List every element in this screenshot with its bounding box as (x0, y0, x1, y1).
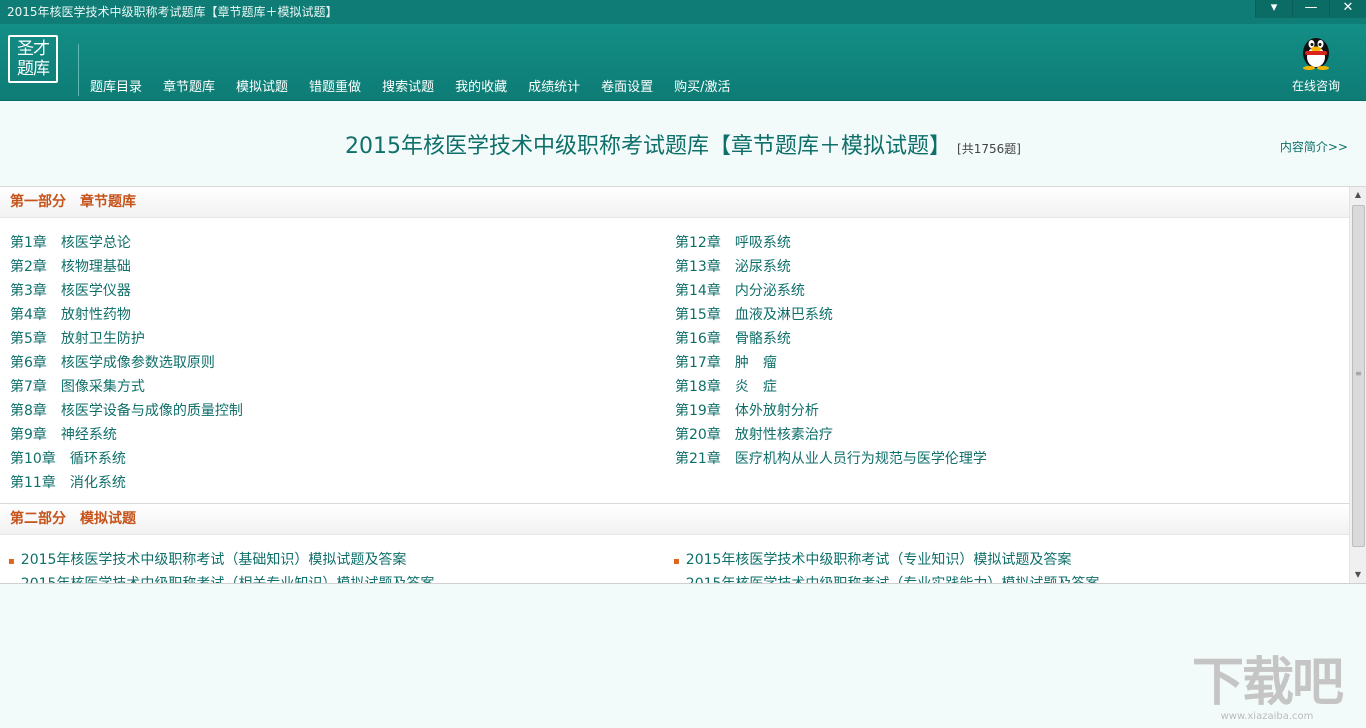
nav-stats[interactable]: 成绩统计 (528, 76, 580, 95)
chapter-link[interactable]: 第21章 医疗机构从业人员行为规范与医学伦理学 (675, 448, 987, 468)
chapter-link[interactable]: 第6章 核医学成像参数选取原则 (10, 352, 215, 372)
app-logo: 圣才 题库 (8, 35, 58, 83)
mock-test-link[interactable]: ▪2015年核医学技术中级职称考试（专业实践能力）模拟试题及答案 (673, 573, 1099, 583)
bullet-icon: ▪ (673, 556, 680, 567)
chapter-link[interactable]: 第14章 内分泌系统 (675, 280, 805, 300)
chapter-link[interactable]: 第10章 循环系统 (10, 448, 126, 468)
chapter-link[interactable]: 第12章 呼吸系统 (675, 232, 791, 252)
header-divider (78, 44, 79, 96)
question-count: [共1756题] (957, 142, 1021, 156)
page-title: 2015年核医学技术中级职称考试题库【章节题库＋模拟试题】 [共1756题] (0, 128, 1366, 160)
scrollbar-grip-icon: ≡ (1355, 369, 1362, 378)
nav-chapter-bank[interactable]: 章节题库 (163, 76, 215, 95)
chapter-link[interactable]: 第13章 泌尿系统 (675, 256, 791, 276)
content-panel: 第一部分 章节题库 第1章 核医学总论 第2章 核物理基础 第3章 核医学仪器 第4章放… (0, 186, 1366, 584)
scrollbar-thumb[interactable]: ≡ (1352, 205, 1365, 547)
close-button[interactable]: ✕ (1329, 0, 1366, 17)
main-nav: 题库目录 章节题库 模拟试题 错题重做 搜索试题 我的收藏 成绩统计 卷面设置 … (90, 76, 752, 95)
window-controls: ▾ — ✕ (1255, 0, 1366, 18)
scroll-down-arrow-icon[interactable]: ▼ (1350, 567, 1366, 583)
nav-catalog[interactable]: 题库目录 (90, 76, 142, 95)
nav-buy-activate[interactable]: 购买/激活 (674, 76, 730, 95)
chapter-link[interactable]: 第8章 核医学设备与成像的质量控制 (10, 400, 243, 420)
scroll-up-arrow-icon[interactable]: ▲ (1350, 187, 1366, 203)
chapter-link[interactable]: 第4章 放射性药物 (10, 304, 131, 324)
mock-test-link[interactable]: ▪2015年核医学技术中级职称考试（相关专业知识）模拟试题及答案 (8, 573, 434, 583)
window-titlebar: 2015年核医学技术中级职称考试题库【章节题库＋模拟试题】 ▾ — ✕ (0, 0, 1366, 24)
chapter-link[interactable]: 第11章 消化系统 (10, 472, 126, 492)
chapter-link[interactable]: 第19章 体外放射分析 (675, 400, 819, 420)
chapter-link[interactable]: 第20章 放射性核素治疗 (675, 424, 833, 444)
part1-label: 第一部分 (10, 194, 66, 210)
chapter-link[interactable]: 第7章 图像采集方式 (10, 376, 145, 396)
nav-favorites[interactable]: 我的收藏 (455, 76, 507, 95)
window-title: 2015年核医学技术中级职称考试题库【章节题库＋模拟试题】 (7, 5, 338, 19)
online-consult-button[interactable]: 在线咨询 (1288, 32, 1344, 94)
bullet-icon: ▪ (8, 580, 15, 583)
section-header-part1: 第一部分 章节题库 (0, 187, 1349, 218)
bullet-icon: ▪ (673, 580, 680, 583)
chapter-link[interactable]: 第5章 放射卫生防护 (10, 328, 145, 348)
part1-name: 章节题库 (80, 194, 136, 210)
mock-test-link[interactable]: ▪ 2015年核医学技术中级职称考试（基础知识）模拟试题及答案 (8, 549, 406, 569)
qq-penguin-icon (1303, 38, 1329, 70)
minimize-button[interactable]: — (1292, 0, 1329, 17)
nav-search[interactable]: 搜索试题 (382, 76, 434, 95)
section-header-part2: 第二部分 模拟试题 (0, 504, 1349, 535)
part2-label: 第二部分 (10, 511, 66, 527)
chapter-link[interactable]: 第16章 骨骼系统 (675, 328, 791, 348)
chapter-link[interactable]: 第2章 核物理基础 (10, 256, 131, 276)
bullet-icon: ▪ (8, 556, 15, 567)
online-consult-label: 在线咨询 (1291, 79, 1340, 93)
watermark-text: 下载吧 (1191, 653, 1344, 713)
logo-line-1: 圣才 (17, 39, 50, 59)
chapter-link[interactable]: 第3章 核医学仪器 (10, 280, 131, 300)
part2-name: 模拟试题 (80, 511, 136, 527)
chapter-link[interactable]: 第1章 核医学总论 (10, 232, 131, 252)
chapter-link[interactable]: 第17章肿 瘤 (675, 352, 777, 372)
nav-redo-wrong[interactable]: 错题重做 (309, 76, 361, 95)
chapter-link[interactable]: 第15章 血液及淋巴系统 (675, 304, 833, 324)
app-header: 圣才 题库 题库目录 章节题库 模拟试题 错题重做 搜索试题 我的收藏 成绩统计… (0, 24, 1366, 101)
page-title-text: 2015年核医学技术中级职称考试题库【章节题库＋模拟试题】 (345, 134, 952, 159)
vertical-scrollbar[interactable]: ▲ ≡ ▼ (1349, 187, 1366, 583)
menu-dropdown-button[interactable]: ▾ (1255, 0, 1292, 17)
nav-paper-settings[interactable]: 卷面设置 (601, 76, 653, 95)
nav-mock-tests[interactable]: 模拟试题 (236, 76, 288, 95)
logo-line-2: 题库 (17, 59, 50, 79)
mock-test-link[interactable]: ▪ 2015年核医学技术中级职称考试（专业知识）模拟试题及答案 (673, 549, 1071, 569)
intro-link[interactable]: 内容简介>> (1280, 138, 1348, 155)
chapter-link[interactable]: 第18章炎 症 (675, 376, 777, 396)
chapter-link[interactable]: 第9章 神经系统 (10, 424, 117, 444)
watermark-logo: 下载吧 www.xiazaiba.com (1191, 653, 1344, 722)
